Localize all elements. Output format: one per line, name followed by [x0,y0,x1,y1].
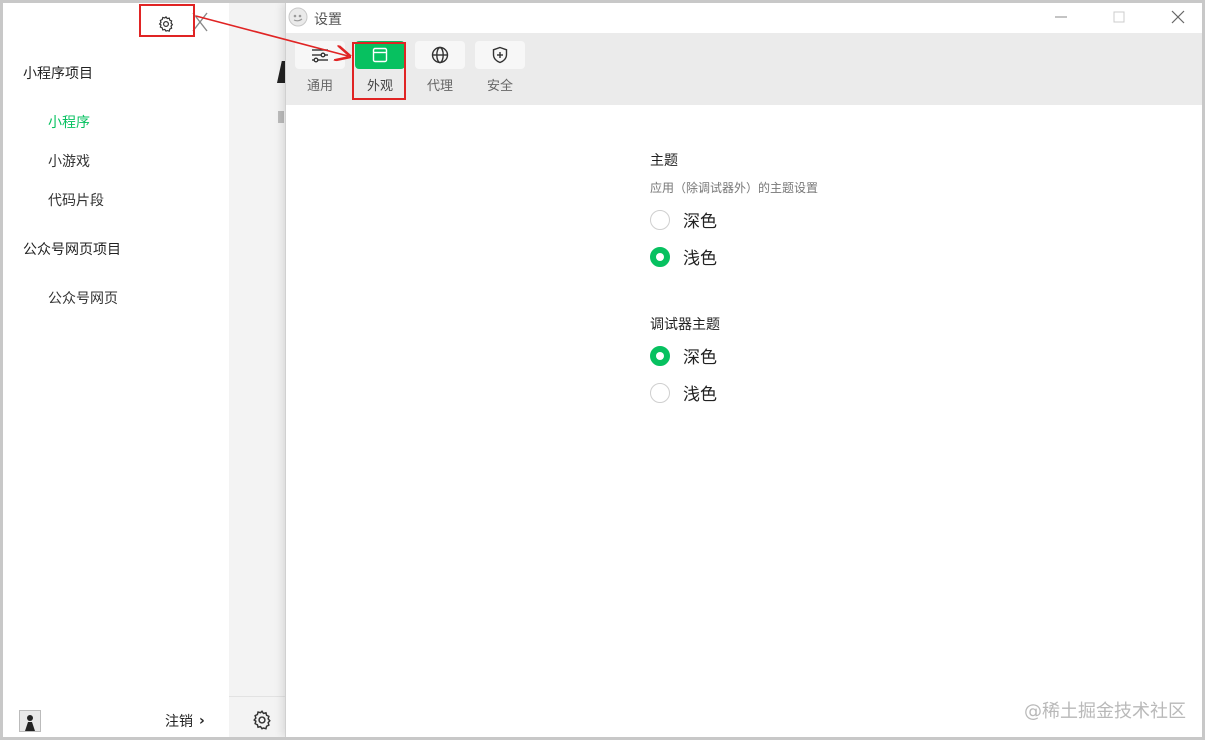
settings-window-title: 设置 [314,12,342,28]
sidebar-item-miniprogram[interactable]: 小程序 [48,112,90,132]
tab-security-iconbox [475,41,525,69]
tab-proxy-iconbox [415,41,465,69]
theme-option-light[interactable]: 浅色 [650,244,717,269]
debugger-theme-radio-light[interactable] [650,382,670,403]
debugger-theme-option-dark[interactable]: 深色 [650,343,717,368]
wechat-devtools-logo-icon [288,7,308,27]
tab-security-label: 安全 [486,79,513,94]
debugger-theme-radio-dark[interactable] [650,345,670,366]
tab-general-label: 通用 [306,79,333,94]
avatar[interactable] [19,710,41,732]
sidebar-item-minigame[interactable]: 小游戏 [48,151,90,171]
theme-section-description: 应用（除调试器外）的主题设置 [650,181,819,195]
debugger-theme-option-dark-label: 深色 [683,348,717,368]
theme-option-light-label: 浅色 [683,249,717,269]
theme-radio-dark[interactable] [650,209,670,230]
highlight-gear-box [139,4,195,37]
tab-proxy[interactable]: 代理 [414,41,466,103]
footer-gear-icon[interactable] [251,709,273,731]
minimize-button[interactable] [1046,5,1076,29]
maximize-button[interactable] [1104,5,1134,29]
shield-icon [492,46,508,64]
tab-proxy-label: 代理 [426,79,453,94]
theme-option-dark[interactable]: 深色 [650,207,717,232]
project-sidebar: 小程序项目 小程序 小游戏 代码片段 公众号网页项目 公众号网页 注销 › [3,3,229,737]
sliders-icon [312,49,328,63]
sidebar-item-code-snippet[interactable]: 代码片段 [48,190,104,210]
main-panel-background [229,3,285,737]
debugger-theme-option-light-label: 浅色 [683,385,717,405]
globe-icon [431,46,449,64]
theme-option-dark-label: 深色 [683,212,717,232]
watermark: @稀土掘金技术社区 [1024,701,1186,722]
logout-button[interactable]: 注销 › [165,711,205,731]
logout-label: 注销 [165,714,193,730]
tab-general-iconbox [295,41,345,69]
theme-radio-light[interactable] [650,246,670,267]
chevron-right-icon: › [199,713,205,729]
tab-general[interactable]: 通用 [294,41,346,103]
settings-window: 设置 通用 外观 代理 安全 主题 应用（除调试器外）的主题设置 深色 浅色 调… [285,3,1202,737]
close-window-button[interactable] [1163,5,1193,29]
section-miniprogram-projects: 小程序项目 [23,66,93,82]
sidebar-item-official-account-web[interactable]: 公众号网页 [48,288,118,308]
debugger-theme-option-light[interactable]: 浅色 [650,380,717,405]
obscured-text-fragment [278,111,284,123]
settings-titlebar: 设置 [286,3,1202,33]
highlight-appearance-tab-box [352,42,406,100]
tab-security[interactable]: 安全 [474,41,526,103]
theme-section-title: 主题 [650,153,678,169]
settings-toolbar: 通用 外观 代理 安全 [286,33,1202,105]
debugger-theme-section-title: 调试器主题 [650,317,720,333]
obscured-heading-fragment [277,61,285,83]
section-official-account-projects: 公众号网页项目 [23,242,121,258]
